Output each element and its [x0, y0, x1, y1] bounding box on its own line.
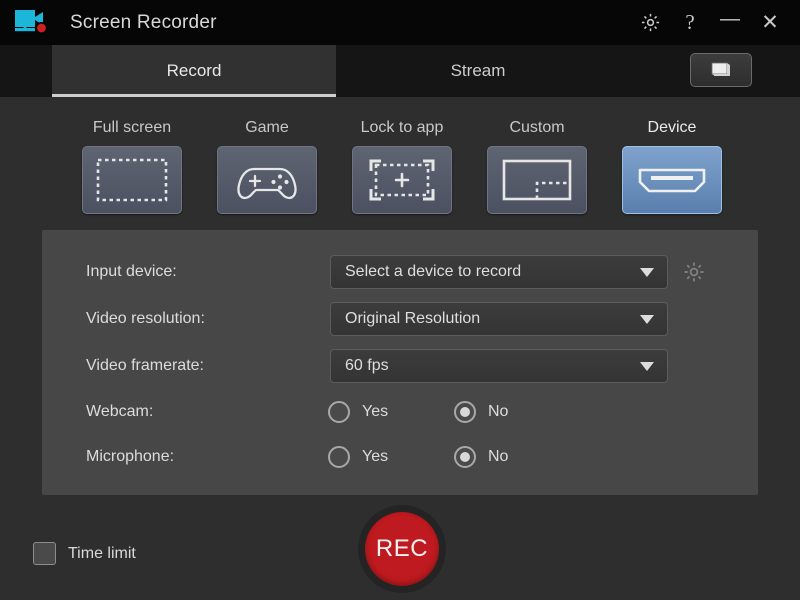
- mode-lock-to-app[interactable]: Lock to app: [328, 119, 476, 214]
- fullscreen-dashed-rect-icon: [82, 146, 182, 214]
- row-microphone: Microphone: Yes No: [42, 439, 758, 475]
- chevron-down-icon: [640, 314, 654, 324]
- gamepad-icon: [217, 146, 317, 214]
- label-input-device: Input device:: [86, 263, 177, 280]
- mode-label-custom: Custom: [509, 119, 565, 136]
- settings-gear-icon[interactable]: [638, 11, 662, 35]
- app-logo-icon: [12, 8, 52, 38]
- screen-recorder-window: Screen Recorder ? — ✕ Record Stream Full…: [0, 0, 800, 600]
- radio-circle: [328, 401, 350, 423]
- stacked-windows-icon[interactable]: [690, 53, 752, 87]
- label-video-framerate: Video framerate:: [86, 357, 204, 374]
- record-button[interactable]: REC: [358, 505, 446, 593]
- video-resolution-dropdown[interactable]: Original Resolution: [330, 302, 668, 336]
- mode-custom[interactable]: Custom: [463, 119, 611, 214]
- input-device-value: Select a device to record: [345, 263, 522, 280]
- radio-circle: [454, 401, 476, 423]
- label-microphone: Microphone:: [86, 448, 175, 465]
- chevron-down-icon: [640, 361, 654, 371]
- mode-full-screen[interactable]: Full screen: [58, 119, 206, 214]
- input-device-settings-gear-icon[interactable]: [682, 260, 706, 284]
- tab-record[interactable]: Record: [52, 45, 336, 97]
- label-webcam: Webcam:: [86, 403, 154, 420]
- title-bar: Screen Recorder ? — ✕: [0, 0, 800, 45]
- mode-label-device: Device: [647, 119, 697, 136]
- microphone-yes-label: Yes: [362, 448, 389, 465]
- webcam-radio-yes[interactable]: Yes: [328, 401, 388, 423]
- capture-mode-selector: Full screen Game Lock to app Custom Devi…: [0, 119, 800, 245]
- microphone-no-label: No: [488, 448, 509, 465]
- radio-circle: [454, 446, 476, 468]
- mode-label-lock-to-app: Lock to app: [360, 119, 444, 136]
- label-video-resolution: Video resolution:: [86, 310, 205, 327]
- video-framerate-dropdown[interactable]: 60 fps: [330, 349, 668, 383]
- lock-to-app-crosshair-icon: [352, 146, 452, 214]
- mode-game[interactable]: Game: [193, 119, 341, 214]
- webcam-yes-label: Yes: [362, 403, 389, 420]
- time-limit-checkbox[interactable]: [33, 542, 56, 565]
- row-webcam: Webcam: Yes No: [42, 394, 758, 430]
- app-title: Screen Recorder: [70, 11, 217, 33]
- mode-device[interactable]: Device: [598, 119, 746, 245]
- device-settings-panel: Input device: Select a device to record …: [42, 230, 758, 495]
- row-video-framerate: Video framerate: 60 fps: [42, 348, 758, 384]
- chevron-down-icon: [640, 267, 654, 277]
- hdmi-connector-icon: [622, 146, 722, 214]
- video-framerate-value: 60 fps: [345, 357, 389, 374]
- tab-stream[interactable]: Stream: [336, 45, 620, 97]
- close-icon[interactable]: ✕: [758, 11, 782, 35]
- radio-circle: [328, 446, 350, 468]
- record-button-inner: REC: [365, 512, 439, 586]
- webcam-radio-no[interactable]: No: [454, 401, 508, 423]
- row-video-resolution: Video resolution: Original Resolution: [42, 301, 758, 337]
- input-device-dropdown[interactable]: Select a device to record: [330, 255, 668, 289]
- time-limit-label: Time limit: [68, 544, 136, 562]
- row-input-device: Input device: Select a device to record: [42, 254, 758, 290]
- minimize-icon[interactable]: —: [718, 7, 742, 31]
- custom-region-icon: [487, 146, 587, 214]
- mode-label-full-screen: Full screen: [92, 119, 172, 136]
- help-icon[interactable]: ?: [678, 11, 702, 35]
- microphone-radio-yes[interactable]: Yes: [328, 446, 388, 468]
- time-limit-toggle[interactable]: Time limit: [33, 542, 136, 565]
- window-controls: ? — ✕: [638, 9, 800, 35]
- mode-label-game: Game: [245, 119, 289, 136]
- webcam-no-label: No: [488, 403, 509, 420]
- tab-strip: Record Stream: [0, 45, 800, 97]
- video-resolution-value: Original Resolution: [345, 310, 481, 327]
- footer-bar: Time limit REC: [0, 497, 800, 600]
- microphone-radio-no[interactable]: No: [454, 446, 508, 468]
- content-area: Full screen Game Lock to app Custom Devi…: [0, 97, 800, 600]
- record-button-label: REC: [375, 535, 429, 562]
